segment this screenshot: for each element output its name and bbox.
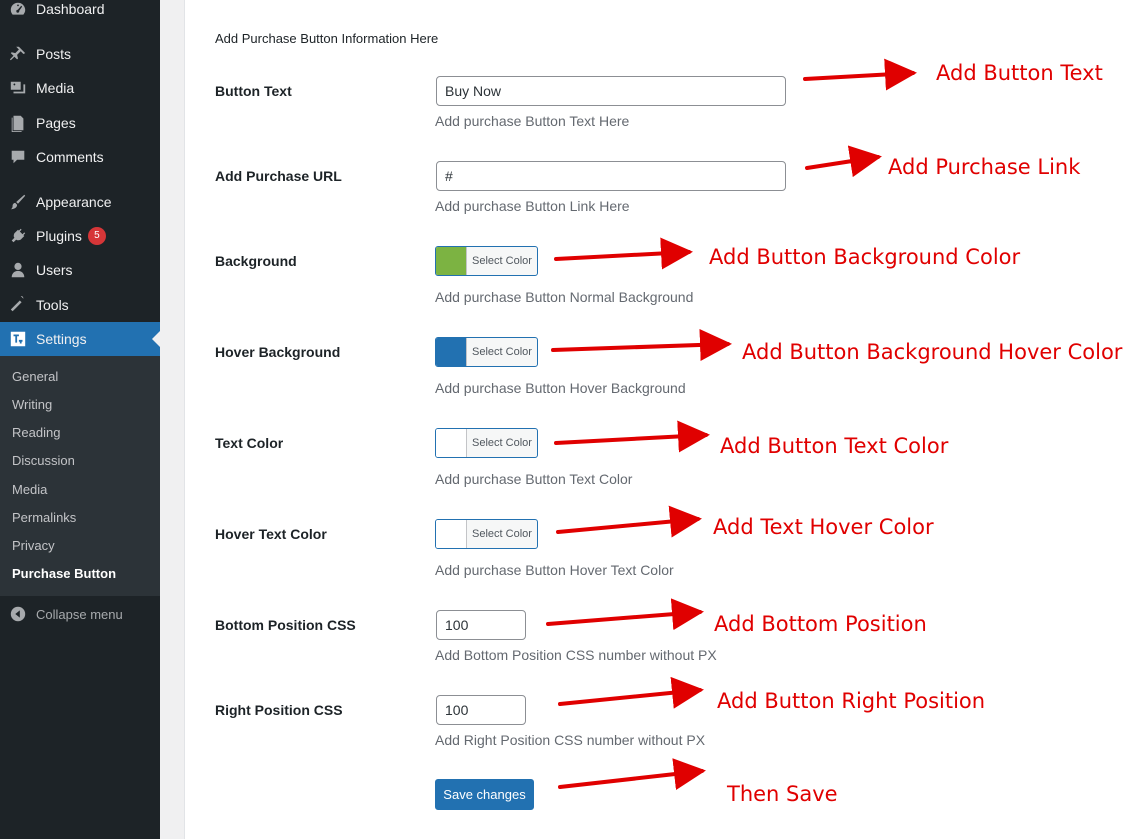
pin-icon — [9, 45, 27, 63]
hover-text-color-desc: Add purchase Button Hover Text Color — [435, 562, 674, 578]
sidebar-item-tools[interactable]: Tools — [0, 288, 160, 322]
select-color-label: Select Color — [472, 255, 532, 267]
purchase-url-desc: Add purchase Button Link Here — [435, 198, 630, 214]
save-changes-button[interactable]: Save changes — [435, 779, 534, 810]
hover-background-label: Hover Background — [215, 344, 341, 360]
sidebar-item-comments[interactable]: Comments — [0, 140, 160, 174]
right-position-input[interactable] — [436, 695, 526, 725]
sidebar-item-label: Posts — [36, 46, 72, 62]
settings-submenu: General Writing Reading Discussion Media… — [0, 356, 160, 596]
hover-background-desc: Add purchase Button Hover Background — [435, 380, 686, 396]
color-swatch — [436, 247, 467, 275]
sidebar-item-label: Comments — [36, 149, 104, 165]
sidebar-item-label: Users — [36, 262, 73, 278]
text-color-picker[interactable]: Select Color — [435, 428, 538, 458]
submenu-item-media[interactable]: Media — [12, 480, 47, 500]
select-color-label: Select Color — [472, 437, 532, 449]
submenu-item-general[interactable]: General — [12, 367, 58, 387]
annotation-bottom: Add Bottom Position — [714, 612, 927, 636]
button-text-label: Button Text — [215, 83, 292, 99]
sidebar-item-label: Settings — [36, 331, 87, 347]
text-color-label: Text Color — [215, 435, 284, 451]
color-swatch — [436, 520, 467, 548]
sidebar-item-settings[interactable]: Settings — [0, 322, 160, 356]
bottom-position-label: Bottom Position CSS — [215, 617, 356, 633]
hover-text-color-picker[interactable]: Select Color — [435, 519, 538, 549]
pages-icon — [9, 114, 27, 132]
bottom-position-desc: Add Bottom Position CSS number without P… — [435, 647, 717, 663]
comment-icon — [9, 148, 27, 166]
background-desc: Add purchase Button Normal Background — [435, 289, 694, 305]
submenu-item-privacy[interactable]: Privacy — [12, 536, 55, 556]
sidebar-item-label: Tools — [36, 297, 69, 313]
user-icon — [9, 261, 27, 279]
hover-text-color-label: Hover Text Color — [215, 526, 327, 542]
sidebar-item-plugins[interactable]: Plugins 5 — [0, 219, 160, 253]
annotation-right: Add Button Right Position — [717, 689, 986, 713]
annotation-hover-background: Add Button Background Hover Color — [742, 340, 1123, 364]
color-swatch — [436, 338, 467, 366]
collapse-menu-button[interactable]: Collapse menu — [0, 600, 160, 628]
hover-background-color-picker[interactable]: Select Color — [435, 337, 538, 367]
background-label: Background — [215, 253, 297, 269]
section-title: Add Purchase Button Information Here — [215, 31, 439, 46]
update-count-badge: 5 — [87, 227, 106, 245]
collapse-menu-label: Collapse menu — [36, 606, 123, 622]
dashboard-icon — [9, 0, 27, 18]
sidebar-item-media[interactable]: Media — [0, 71, 160, 105]
annotation-purchase-link: Add Purchase Link — [888, 155, 1081, 179]
select-color-label: Select Color — [472, 528, 532, 540]
sidebar-item-label: Plugins — [36, 228, 82, 244]
sidebar-item-posts[interactable]: Posts — [0, 37, 160, 71]
submenu-item-writing[interactable]: Writing — [12, 395, 52, 415]
text-color-desc: Add purchase Button Text Color — [435, 471, 633, 487]
bottom-position-input[interactable] — [436, 610, 526, 640]
collapse-icon — [9, 605, 27, 623]
annotation-text-color: Add Button Text Color — [720, 434, 949, 458]
annotation-save: Then Save — [727, 782, 838, 806]
submenu-item-discussion[interactable]: Discussion — [12, 451, 75, 471]
media-icon — [9, 79, 27, 97]
sidebar-item-users[interactable]: Users — [0, 253, 160, 287]
submenu-item-purchase-button[interactable]: Purchase Button — [12, 564, 116, 584]
purchase-url-input[interactable] — [436, 161, 786, 191]
select-color-label: Select Color — [472, 346, 532, 358]
settings-icon — [9, 330, 27, 348]
button-text-input[interactable] — [436, 76, 786, 106]
right-position-label: Right Position CSS — [215, 702, 343, 718]
annotation-background: Add Button Background Color — [709, 245, 1021, 269]
sidebar-item-label: Pages — [36, 115, 76, 131]
annotation-button-text: Add Button Text — [936, 61, 1103, 85]
background-color-picker[interactable]: Select Color — [435, 246, 538, 276]
sidebar-item-dashboard[interactable]: Dashboard — [0, 0, 160, 26]
submenu-item-permalinks[interactable]: Permalinks — [12, 508, 76, 528]
sidebar-item-pages[interactable]: Pages — [0, 106, 160, 140]
sidebar-item-appearance[interactable]: Appearance — [0, 185, 160, 219]
plug-icon — [9, 227, 27, 245]
admin-sidebar: Dashboard Posts Media Pages Comments App… — [0, 0, 160, 839]
color-swatch — [436, 429, 467, 457]
sidebar-item-label: Appearance — [36, 194, 112, 210]
brush-icon — [9, 193, 27, 211]
submenu-item-reading[interactable]: Reading — [12, 423, 60, 443]
right-position-desc: Add Right Position CSS number without PX — [435, 732, 706, 748]
sidebar-item-label: Dashboard — [36, 1, 105, 17]
annotation-hover-text: Add Text Hover Color — [713, 515, 934, 539]
purchase-url-label: Add Purchase URL — [215, 168, 342, 184]
sidebar-item-label: Media — [36, 80, 75, 96]
button-text-desc: Add purchase Button Text Here — [435, 113, 630, 129]
wrench-icon — [9, 296, 27, 314]
